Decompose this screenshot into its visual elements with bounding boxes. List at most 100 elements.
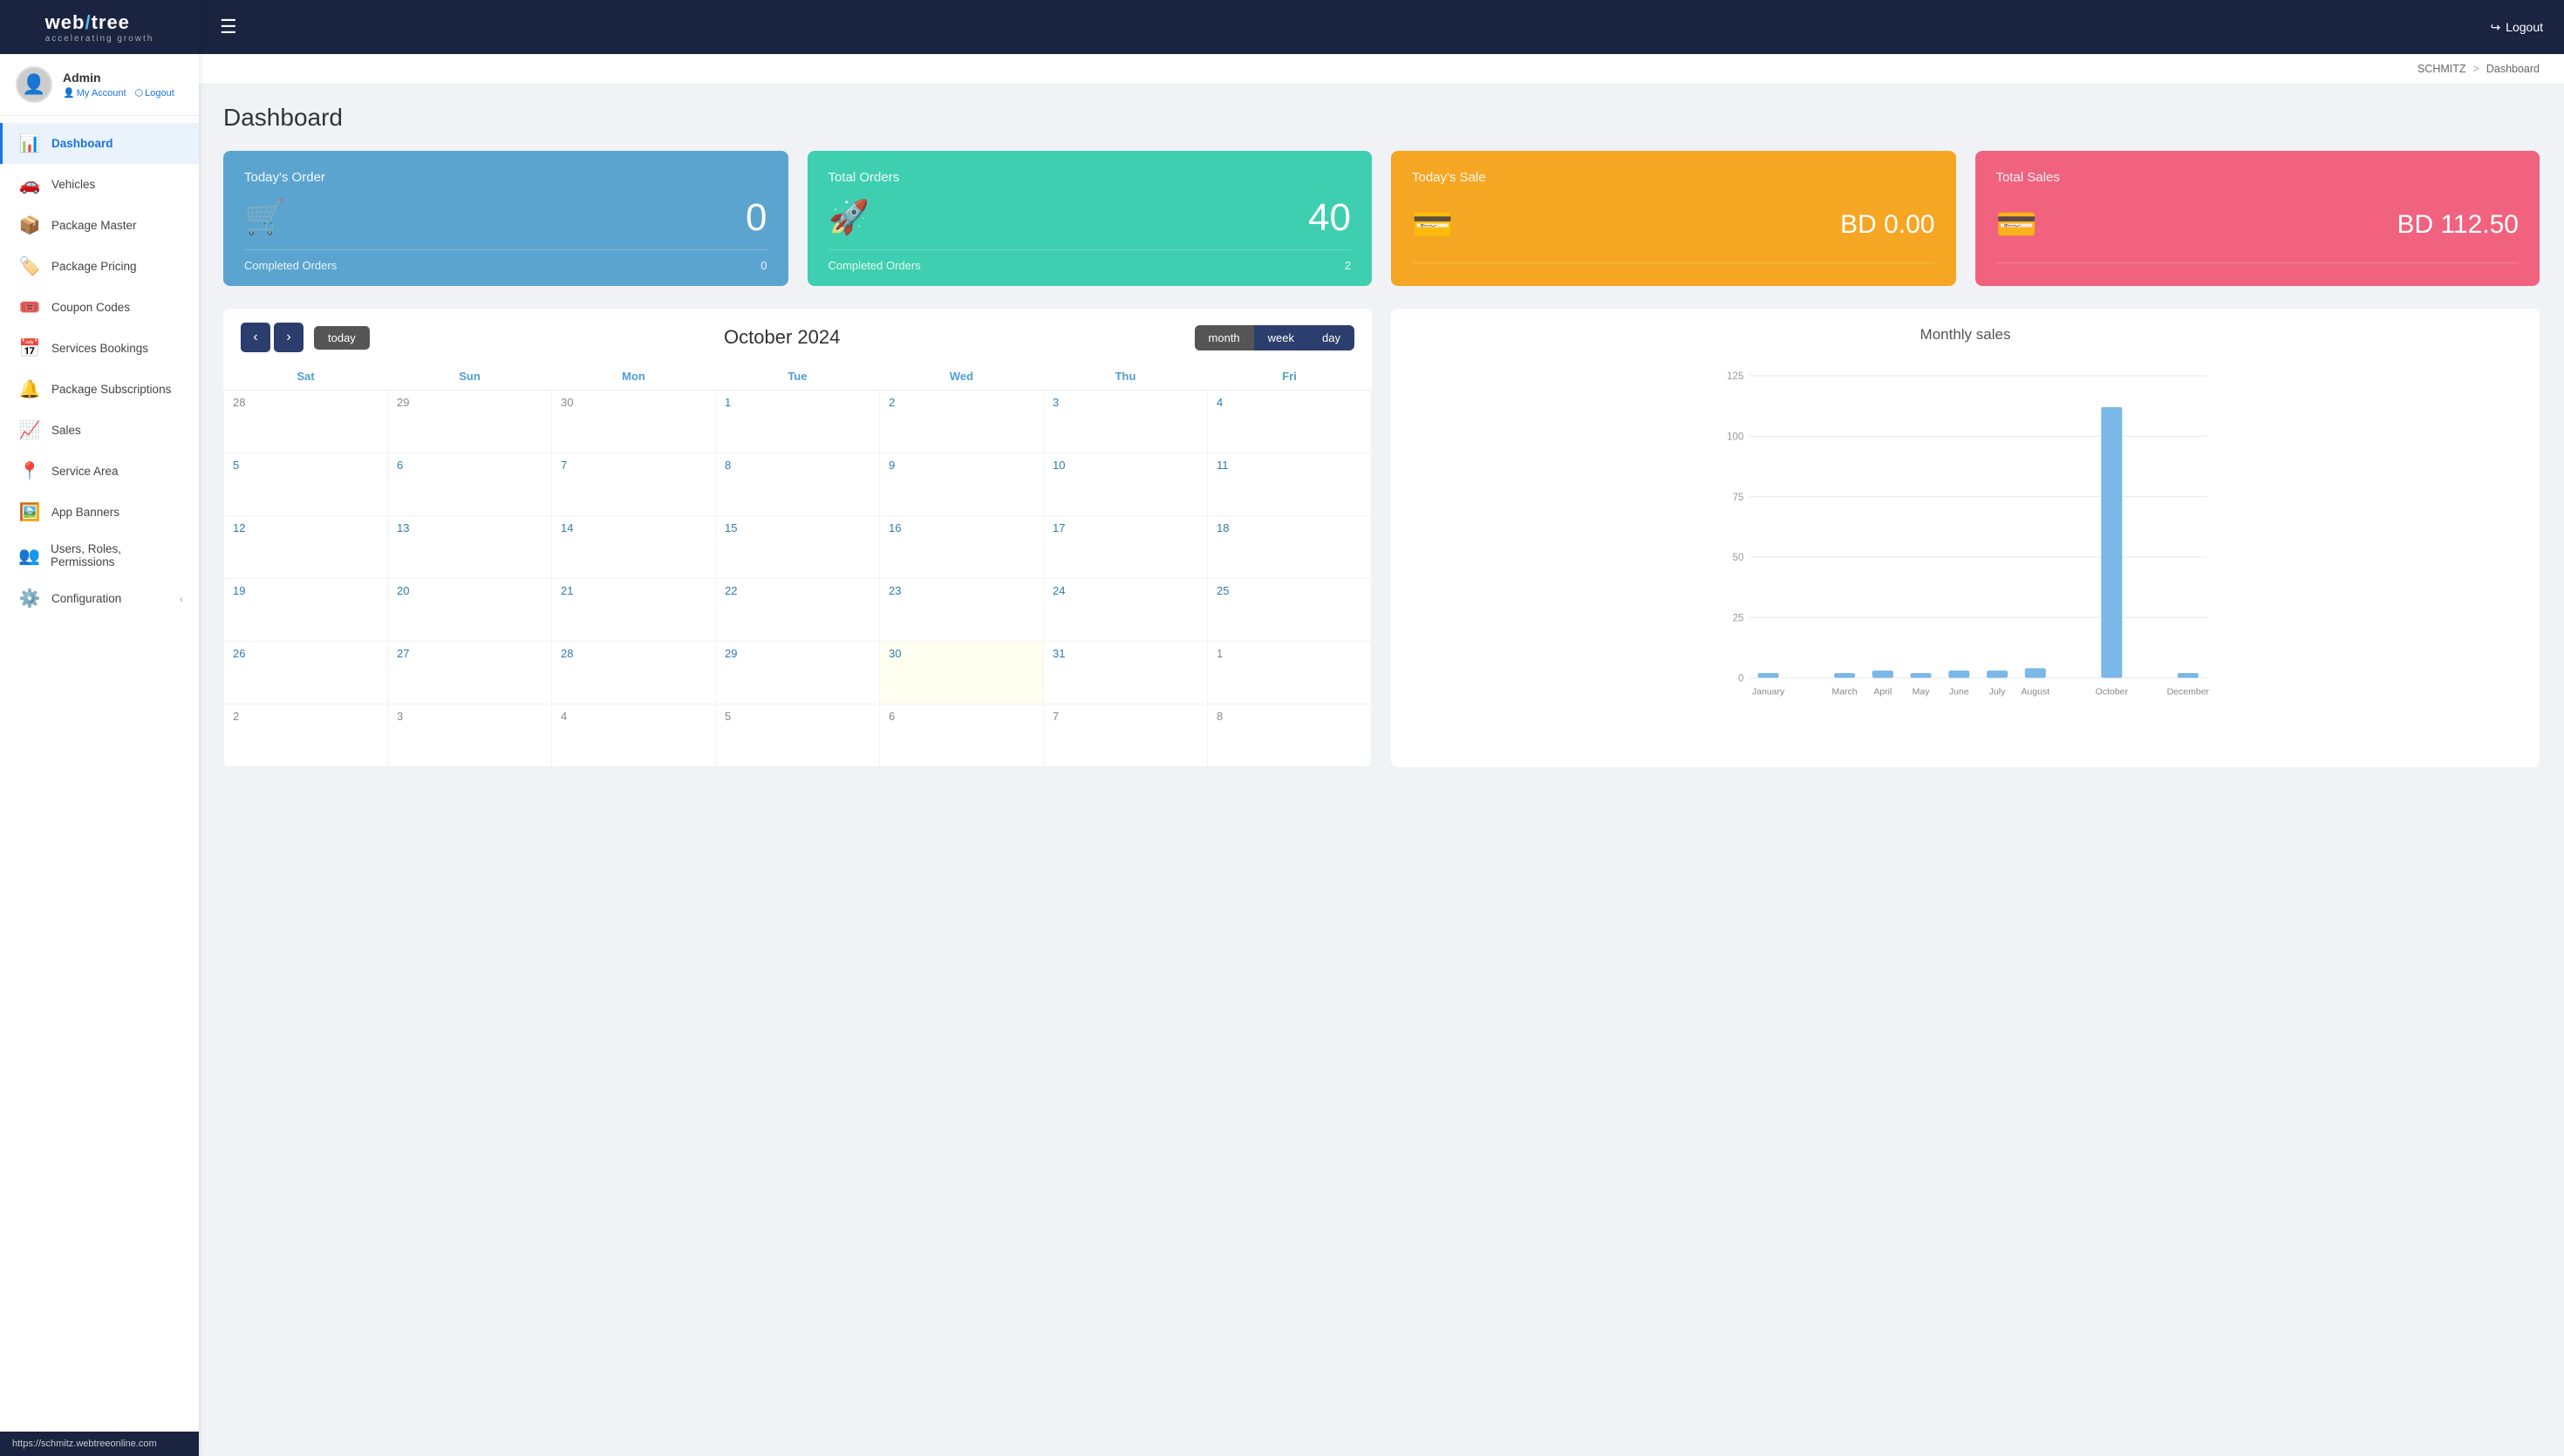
cal-cell[interactable]: 15 (716, 516, 880, 579)
cal-cell[interactable]: 8 (1208, 704, 1372, 767)
cal-cell[interactable]: 28 (224, 391, 388, 453)
cal-cell[interactable]: 12 (224, 516, 388, 579)
cal-cell[interactable]: 10 (1044, 453, 1208, 516)
stat-value-2: BD 0.00 (1840, 210, 1934, 240)
sidebar-logout-link[interactable]: ⬡ Logout (135, 87, 174, 99)
calendar-view-buttons: month week day (1195, 325, 1354, 350)
cal-cell[interactable]: 29 (716, 642, 880, 704)
sidebar-item-app-banners[interactable]: 🖼️ App Banners (0, 492, 199, 533)
stat-value-1: 40 (1308, 196, 1351, 240)
cal-cell[interactable]: 30 (880, 642, 1044, 704)
cal-cell[interactable]: 4 (552, 704, 716, 767)
cal-cell[interactable]: 14 (552, 516, 716, 579)
cal-cell[interactable]: 19 (224, 579, 388, 642)
cal-cell[interactable]: 30 (552, 391, 716, 453)
cal-cell[interactable]: 27 (388, 642, 552, 704)
svg-text:0: 0 (1738, 674, 1743, 684)
stat-card-todays-sale: Today's Sale 💳 BD 0.00 (1391, 151, 1956, 286)
sidebar-item-package-master[interactable]: 📦 Package Master (0, 205, 199, 246)
cal-cell[interactable]: 1 (1208, 642, 1372, 704)
cal-cell[interactable]: 6 (880, 704, 1044, 767)
cal-cell[interactable]: 22 (716, 579, 880, 642)
stat-footer-label-0: Completed Orders (244, 259, 337, 272)
cal-cell[interactable]: 4 (1208, 391, 1372, 453)
cal-cell[interactable]: 16 (880, 516, 1044, 579)
sidebar-item-package-pricing[interactable]: 🏷️ Package Pricing (0, 246, 199, 287)
hamburger-icon[interactable]: ☰ (220, 16, 237, 38)
cal-cell[interactable]: 28 (552, 642, 716, 704)
cal-cell[interactable]: 6 (388, 453, 552, 516)
cal-cell[interactable]: 17 (1044, 516, 1208, 579)
calendar-view-day[interactable]: day (1308, 325, 1354, 350)
cal-header-fri: Fri (1208, 363, 1372, 391)
calendar-view-month[interactable]: month (1195, 325, 1254, 350)
sidebar-item-package-subscriptions[interactable]: 🔔 Package Subscriptions (0, 369, 199, 410)
cal-cell[interactable]: 1 (716, 391, 880, 453)
cal-header-tue: Tue (716, 363, 880, 391)
cal-cell[interactable]: 21 (552, 579, 716, 642)
service-area-icon: 📍 (18, 460, 41, 482)
stat-icon-2: 💳 (1412, 206, 1453, 244)
topbar-right: ↪ Logout (2490, 20, 2543, 35)
cal-cell[interactable]: 13 (388, 516, 552, 579)
stat-footer-label-1: Completed Orders (829, 259, 921, 272)
breadcrumb-current: Dashboard (2486, 63, 2540, 75)
cal-cell[interactable]: 2 (880, 391, 1044, 453)
cal-cell[interactable]: 26 (224, 642, 388, 704)
dashboard-icon: 📊 (18, 133, 41, 154)
calendar-month-title: October 2024 (724, 326, 840, 349)
logout-button[interactable]: ↪ Logout (2490, 20, 2543, 35)
stat-footer-value-0: 0 (760, 259, 767, 272)
calendar-next-button[interactable]: › (274, 323, 303, 352)
sales-icon: 📈 (18, 419, 41, 441)
stat-card-total-orders: Total Orders 🚀 40 Completed Orders 2 (808, 151, 1373, 286)
cal-cell[interactable]: 7 (552, 453, 716, 516)
svg-text:August: August (2021, 686, 2049, 697)
cal-cell[interactable]: 20 (388, 579, 552, 642)
cal-cell[interactable]: 24 (1044, 579, 1208, 642)
sidebar-item-services-bookings[interactable]: 📅 Services Bookings (0, 328, 199, 369)
cal-cell[interactable]: 8 (716, 453, 880, 516)
sidebar-item-dashboard[interactable]: 📊 Dashboard (0, 123, 199, 164)
stat-icon-0: 🛒 (244, 199, 285, 237)
cal-cell[interactable]: 5 (224, 453, 388, 516)
cal-cell[interactable]: 9 (880, 453, 1044, 516)
calendar-prev-button[interactable]: ‹ (241, 323, 270, 352)
logo-sub: accelerating growth (45, 34, 154, 44)
sidebar-item-vehicles[interactable]: 🚗 Vehicles (0, 164, 199, 205)
logout-icon: ↪ (2490, 20, 2500, 35)
package-master-icon: 📦 (18, 214, 41, 236)
page-content: Dashboard Today's Order 🛒 0 Completed Or… (199, 85, 2564, 786)
cal-cell[interactable]: 31 (1044, 642, 1208, 704)
stat-title-3: Total Sales (1996, 170, 2520, 185)
cal-cell[interactable]: 3 (1044, 391, 1208, 453)
cal-cell[interactable]: 29 (388, 391, 552, 453)
sidebar-item-configuration[interactable]: ⚙️ Configuration ‹ (0, 578, 199, 619)
cal-cell[interactable]: 3 (388, 704, 552, 767)
sidebar-item-users-roles[interactable]: 👥 Users, Roles, Permissions (0, 533, 199, 578)
sidebar-item-service-area[interactable]: 📍 Service Area (0, 451, 199, 492)
logout-icon-small: ⬡ (135, 87, 144, 99)
cal-cell[interactable]: 25 (1208, 579, 1372, 642)
sidebar-item-sales[interactable]: 📈 Sales (0, 410, 199, 451)
sidebar-item-coupon-codes[interactable]: 🎟️ Coupon Codes (0, 287, 199, 328)
stat-card-todays-order: Today's Order 🛒 0 Completed Orders 0 (223, 151, 788, 286)
cal-header-sat: Sat (224, 363, 388, 391)
cal-cell[interactable]: 18 (1208, 516, 1372, 579)
topbar-left: ☰ (220, 16, 237, 38)
stat-title-2: Today's Sale (1412, 170, 1935, 185)
cal-cell[interactable]: 7 (1044, 704, 1208, 767)
stat-title-0: Today's Order (244, 170, 767, 185)
calendar-today-button[interactable]: today (314, 326, 370, 350)
my-account-link[interactable]: 👤 My Account (63, 87, 126, 99)
monthly-sales-chart: 0255075100125JanuaryMarchAprilMayJuneJul… (1412, 357, 2519, 724)
calendar-header: ‹ › today October 2024 month week day (223, 309, 1372, 363)
svg-text:December: December (2167, 686, 2210, 697)
cal-cell[interactable]: 5 (716, 704, 880, 767)
chart-title: Monthly sales (1412, 326, 2519, 344)
cal-cell[interactable]: 2 (224, 704, 388, 767)
chart-card: Monthly sales 0255075100125JanuaryMarchA… (1391, 309, 2540, 767)
cal-cell[interactable]: 11 (1208, 453, 1372, 516)
cal-cell[interactable]: 23 (880, 579, 1044, 642)
calendar-view-week[interactable]: week (1254, 325, 1308, 350)
